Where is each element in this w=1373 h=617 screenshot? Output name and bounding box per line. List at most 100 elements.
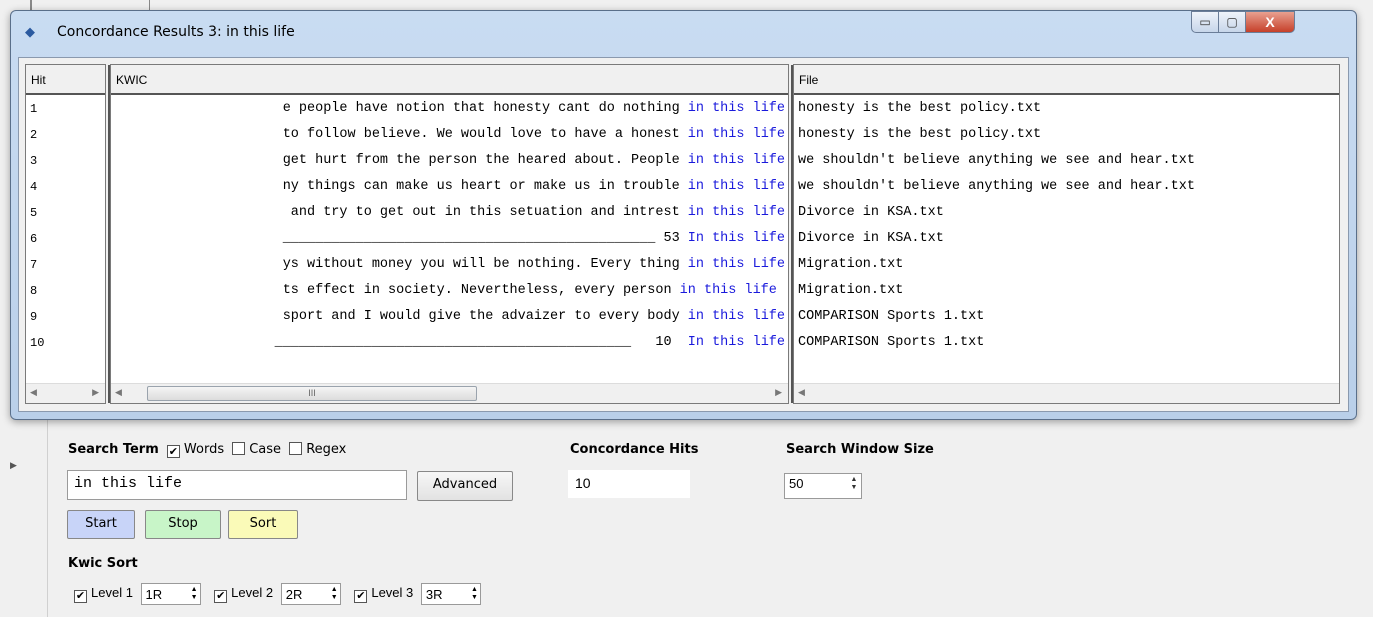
scroll-left-icon[interactable]: ◀ [30,387,37,398]
file-cell[interactable]: COMPARISON Sports 1.txt [794,330,1339,356]
level-1-group: ✔ Level 1 1R ▲ ▼ [70,583,204,605]
spinner-arrows-icon[interactable]: ▲ ▼ [331,586,338,602]
scroll-left-icon[interactable]: ◀ [115,387,122,398]
spinner-arrows-icon[interactable]: ▲ ▼ [849,476,859,492]
app-icon: ◆ [25,24,35,39]
kwic-cell[interactable]: sport and I would give the advaizer to e… [111,304,788,330]
file-cell[interactable]: Divorce in KSA.txt [794,226,1339,252]
left-side-strip: ▶ [0,420,48,617]
scroll-thumb[interactable]: III [147,386,477,401]
scroll-right-icon[interactable]: ▶ [775,387,782,398]
kwic-cell[interactable]: to follow believe. We would love to have… [111,122,788,148]
kwic-left-context: ________________________________________… [282,231,688,246]
kwic-cell[interactable]: e people have notion that honesty cant d… [111,96,788,122]
level-1-checkbox[interactable]: ✔ [74,590,87,604]
kwic-cell[interactable]: ________________________________________… [111,330,788,356]
kwic-cell[interactable]: get hurt from the person the heared abou… [111,148,788,174]
hit-cell[interactable]: 1 [26,96,105,122]
file-cell[interactable]: COMPARISON Sports 1.txt [794,304,1339,330]
level-1-value: 1R [145,587,163,602]
file-cell[interactable]: Migration.txt [794,278,1339,304]
level-3-label: Level 3 [371,585,414,601]
hit-cell[interactable]: 10 [26,330,105,356]
search-input[interactable]: in this life [67,470,407,500]
kwic-cell[interactable]: ts effect in society. Nevertheless, ever… [111,278,788,304]
words-checkbox[interactable]: ✔ [166,445,180,458]
kwic-left-context: and try to get out in this setuation and… [282,205,688,220]
kwic-cell[interactable]: ________________________________________… [111,226,788,252]
kwic-cell[interactable]: ys without money you will be nothing. Ev… [111,252,788,278]
level-3-checkbox[interactable]: ✔ [354,590,368,604]
start-button[interactable]: Start [67,510,135,539]
file-cell[interactable]: we shouldn't believe anything we see and… [794,174,1339,200]
words-label: Words [183,442,225,457]
window-title: Concordance Results 3: in this life [57,24,295,40]
hit-cell[interactable]: 5 [26,200,105,226]
hit-cell[interactable]: 3 [26,148,105,174]
file-cell[interactable]: honesty is the best policy.txt [794,96,1339,122]
level-2-value: 2R [285,587,303,602]
level-2-checkbox[interactable]: ✔ [214,590,228,604]
kwic-left-context: ny things can make us heart or make us i… [282,179,688,194]
file-cell[interactable]: Divorce in KSA.txt [794,200,1339,226]
close-button[interactable]: X [1245,11,1295,33]
kwic-left-context: to follow believe. We would love to have… [282,127,688,142]
file-column: File honesty is the best policy.txt hones… [791,64,1340,404]
kwic-cell[interactable]: and try to get out in this setuation and… [111,200,788,226]
kwic-scrollbar[interactable]: ◀ III ▶ [111,383,788,403]
file-cell[interactable]: honesty is the best policy.txt [794,122,1339,148]
kwic-left-context: sport and I would give the advaizer to e… [282,309,688,324]
level-3-value: 3R [425,587,443,602]
stop-button[interactable]: Stop [145,510,221,539]
maximize-button[interactable]: ▢ [1218,11,1246,33]
kwic-keyword: in this life [687,309,785,324]
level-1-spinner[interactable]: 1R ▲ ▼ [140,583,201,605]
kwic-sort-label: Kwic Sort [68,556,138,571]
level-3-group: ✔ Level 3 3R ▲ ▼ [350,583,481,605]
file-scrollbar[interactable]: ◀ [794,383,1339,403]
hit-column-header[interactable]: Hit [26,65,105,95]
level-2-label: Level 2 [231,585,274,601]
sort-button[interactable]: Sort [228,510,298,539]
advanced-button[interactable]: Advanced [417,471,513,501]
search-window-size-label: Search Window Size [786,442,934,457]
hit-scrollbar[interactable]: ◀ ▶ [26,383,105,403]
hit-cell[interactable]: 8 [26,278,105,304]
kwic-keyword: In this life [687,335,785,350]
level-3-spinner[interactable]: 3R ▲ ▼ [420,583,481,605]
search-window-size-spinner[interactable]: 50 ▲ ▼ [784,473,862,499]
expand-arrow-icon[interactable]: ▶ [10,460,17,471]
kwic-sort-levels: ✔ Level 1 1R ▲ ▼ ✔ Level 2 2R ▲ ▼ ✔ Level 3 3… [70,583,481,605]
kwic-keyword: in this life [687,205,785,220]
kwic-keyword: in this Life [687,257,785,272]
concordance-results-window: ◆ Concordance Results 3: in this life ▭ … [10,10,1357,420]
regex-checkbox[interactable] [289,442,303,455]
hit-column: Hit 1 2 3 4 5 6 7 8 9 10 ◀ ▶ [25,64,106,404]
spinner-arrows-icon[interactable]: ▲ ▼ [471,586,478,602]
hit-cell[interactable]: 4 [26,174,105,200]
minimize-button[interactable]: ▭ [1191,11,1219,33]
file-column-header[interactable]: File [794,65,1339,95]
scroll-left-icon[interactable]: ◀ [798,387,805,398]
scroll-right-icon[interactable]: ▶ [92,387,99,398]
background-panel-edge [30,0,150,10]
spinner-arrows-icon[interactable]: ▲ ▼ [191,586,198,602]
hit-cell[interactable]: 7 [26,252,105,278]
file-cell[interactable]: Migration.txt [794,252,1339,278]
kwic-list: e people have notion that honesty cant d… [111,96,788,356]
case-checkbox[interactable] [232,442,246,455]
level-2-group: ✔ Level 2 2R ▲ ▼ [210,583,344,605]
level-2-spinner[interactable]: 2R ▲ ▼ [280,583,341,605]
file-list: honesty is the best policy.txt honesty is… [794,96,1339,356]
kwic-column: KWIC e people have notion that honesty c… [108,64,789,404]
hit-cell[interactable]: 9 [26,304,105,330]
hit-cell[interactable]: 6 [26,226,105,252]
hit-cell[interactable]: 2 [26,122,105,148]
kwic-keyword: in this life [679,283,785,298]
kwic-column-header[interactable]: KWIC [111,65,788,95]
file-cell[interactable]: we shouldn't believe anything we see and… [794,148,1339,174]
title-bar[interactable]: ◆ Concordance Results 3: in this life ▭ … [11,11,1356,55]
case-label: Case [249,442,282,457]
level-1-label: Level 1 [91,585,133,601]
kwic-cell[interactable]: ny things can make us heart or make us i… [111,174,788,200]
